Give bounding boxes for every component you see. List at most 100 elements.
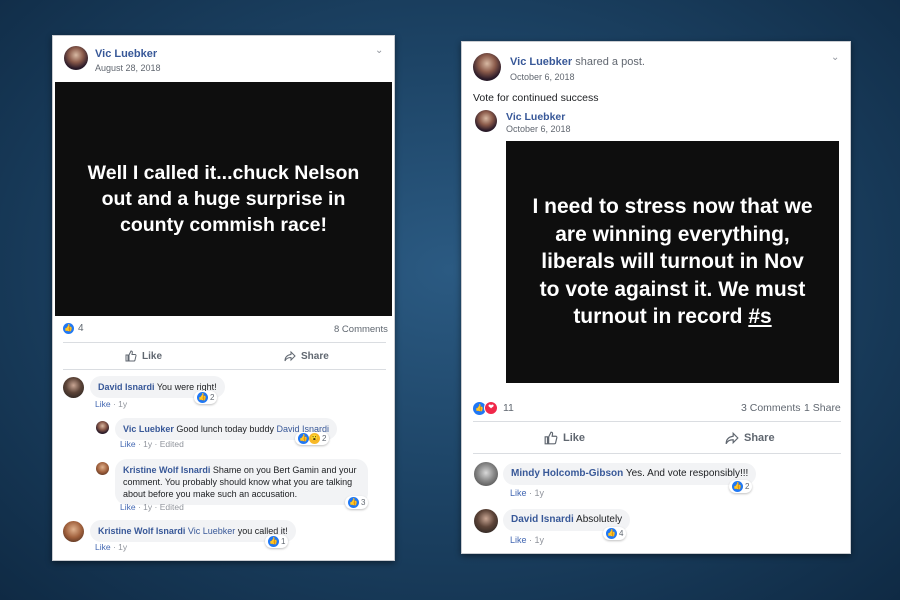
comment-meta: Like · 1y · Edited [120, 439, 184, 449]
reaction-count: 2 [322, 434, 327, 443]
comment-meta: Like · 1y [510, 488, 545, 498]
post-image-text: Well I called it...chuck Nelson out and … [87, 162, 360, 236]
comments-count[interactable]: 3 Comments [741, 402, 801, 414]
commenter-avatar[interactable] [63, 377, 84, 398]
like-label: Like [563, 432, 586, 444]
right-post-card: Vic Luebker shared a post. October 6, 20… [461, 41, 851, 554]
reaction-count: 4 [619, 529, 624, 538]
post-action-text: shared a post. [575, 56, 645, 68]
comment-author[interactable]: Kristine Wolf Isnardi [123, 465, 210, 475]
comment-author[interactable]: David Isnardi [511, 514, 574, 525]
comment-reactions[interactable]: 👍 2 [194, 391, 218, 404]
like-reaction-icon: 👍 [606, 528, 617, 539]
author-name[interactable]: Vic Luebker [95, 48, 157, 60]
comment-age[interactable]: 1y [143, 439, 152, 449]
comment-bubble: Mindy Holcomb-Gibson Yes. And vote respo… [503, 463, 757, 485]
left-post-card: Vic Luebker August 28, 2018 ⌄ Well I cal… [52, 35, 395, 561]
divider [473, 453, 841, 454]
comment-like-link[interactable]: Like [95, 542, 111, 552]
reaction-count: 2 [745, 482, 750, 491]
comment-like-link[interactable]: Like [510, 535, 527, 545]
comment-reactions[interactable]: 👍 2 [729, 480, 753, 493]
comment-text: Good lunch today buddy [176, 424, 277, 434]
comment-author[interactable]: Kristine Wolf Isnardi [98, 526, 185, 536]
commenter-avatar[interactable] [96, 462, 109, 475]
commenter-avatar[interactable] [96, 421, 109, 434]
post-date[interactable]: August 28, 2018 [95, 63, 161, 73]
comment-reactions[interactable]: 👍 1 [265, 535, 289, 548]
thumbs-up-icon [125, 350, 137, 362]
post-image[interactable]: Well I called it...chuck Nelson out and … [55, 82, 392, 316]
shared-post-image-text: I need to stress now that we are winning… [530, 193, 815, 331]
commenter-avatar[interactable] [474, 462, 498, 486]
divider [63, 369, 386, 370]
love-reaction-icon: ❤ [484, 401, 498, 415]
thumbs-up-icon [544, 431, 558, 445]
hashtag-link[interactable]: #s [748, 305, 771, 328]
comment-meta: Like · 1y · Edited [120, 502, 184, 512]
reaction-count: 1 [281, 537, 286, 546]
commenter-avatar[interactable] [474, 509, 498, 533]
comment-text: Yes. And vote responsibly!!! [625, 468, 749, 479]
like-label: Like [142, 350, 163, 362]
reactions-summary[interactable]: 👍 4 [63, 323, 84, 334]
reactions-count: 4 [78, 323, 84, 334]
comment-age[interactable]: 1y [143, 502, 152, 512]
comment-reactions[interactable]: 👍 4 [603, 527, 627, 540]
like-reaction-icon: 👍 [298, 433, 309, 444]
comment-like-link[interactable]: Like [510, 488, 527, 498]
comment-age[interactable]: 1y [118, 542, 127, 552]
post-header: Vic Luebker shared a post. [510, 56, 645, 68]
share-button[interactable]: Share [284, 350, 329, 362]
reaction-count: 2 [210, 393, 215, 402]
shared-author-name[interactable]: Vic Luebker [506, 111, 565, 123]
comment-reactions[interactable]: 👍 3 [345, 496, 369, 509]
shares-count[interactable]: 1 Share [804, 402, 841, 414]
comment-edited[interactable]: Edited [160, 502, 184, 512]
comment-meta: Like · 1y [95, 542, 128, 552]
comment-author[interactable]: Mindy Holcomb-Gibson [511, 468, 623, 479]
chevron-down-icon[interactable]: ⌄ [831, 52, 839, 63]
comment-age[interactable]: 1y [535, 488, 545, 498]
comment-mention[interactable]: Vic Luebker [188, 526, 235, 536]
chevron-down-icon[interactable]: ⌄ [375, 45, 383, 56]
post-date[interactable]: October 6, 2018 [510, 72, 575, 82]
like-reaction-icon: 👍 [63, 323, 74, 334]
comment-reactions[interactable]: 👍 😮 2 [295, 432, 330, 445]
shared-post-image[interactable]: I need to stress now that we are winning… [506, 141, 839, 383]
shared-post-date[interactable]: October 6, 2018 [506, 124, 571, 134]
post-body: Vote for continued success [473, 92, 599, 104]
divider [63, 342, 386, 343]
reaction-count: 3 [361, 498, 366, 507]
author-avatar[interactable] [473, 53, 501, 81]
comment-meta: Like · 1y [510, 535, 545, 545]
comment-age[interactable]: 1y [535, 535, 545, 545]
share-arrow-icon [284, 350, 296, 362]
comment-edited[interactable]: Edited [160, 439, 184, 449]
comment-meta: Like · 1y [95, 399, 128, 409]
author-name[interactable]: Vic Luebker [510, 56, 572, 68]
like-button[interactable]: Like [125, 350, 162, 362]
share-button[interactable]: Share [725, 431, 775, 445]
comments-count[interactable]: 8 Comments [334, 324, 388, 335]
like-reaction-icon: 👍 [268, 536, 279, 547]
share-arrow-icon [725, 431, 739, 445]
comment-age[interactable]: 1y [118, 399, 127, 409]
like-reaction-icon: 👍 [197, 392, 208, 403]
comment-author[interactable]: Vic Luebker [123, 424, 174, 434]
like-button[interactable]: Like [544, 431, 585, 445]
shared-author-avatar[interactable] [475, 110, 497, 132]
reactions-summary[interactable]: 👍 ❤ 11 [473, 401, 514, 415]
haha-reaction-icon: 😮 [309, 433, 320, 444]
comment-text: Absolutely [576, 514, 623, 525]
comment-like-link[interactable]: Like [120, 439, 136, 449]
commenter-avatar[interactable] [63, 521, 84, 542]
share-label: Share [744, 432, 775, 444]
reactions-count: 11 [503, 402, 514, 414]
comment-like-link[interactable]: Like [95, 399, 111, 409]
comment-bubble: Kristine Wolf Isnardi Shame on you Bert … [115, 459, 368, 505]
author-avatar[interactable] [64, 46, 88, 70]
comment-author[interactable]: David Isnardi [98, 382, 155, 392]
comment-like-link[interactable]: Like [120, 502, 136, 512]
share-label: Share [301, 350, 329, 362]
